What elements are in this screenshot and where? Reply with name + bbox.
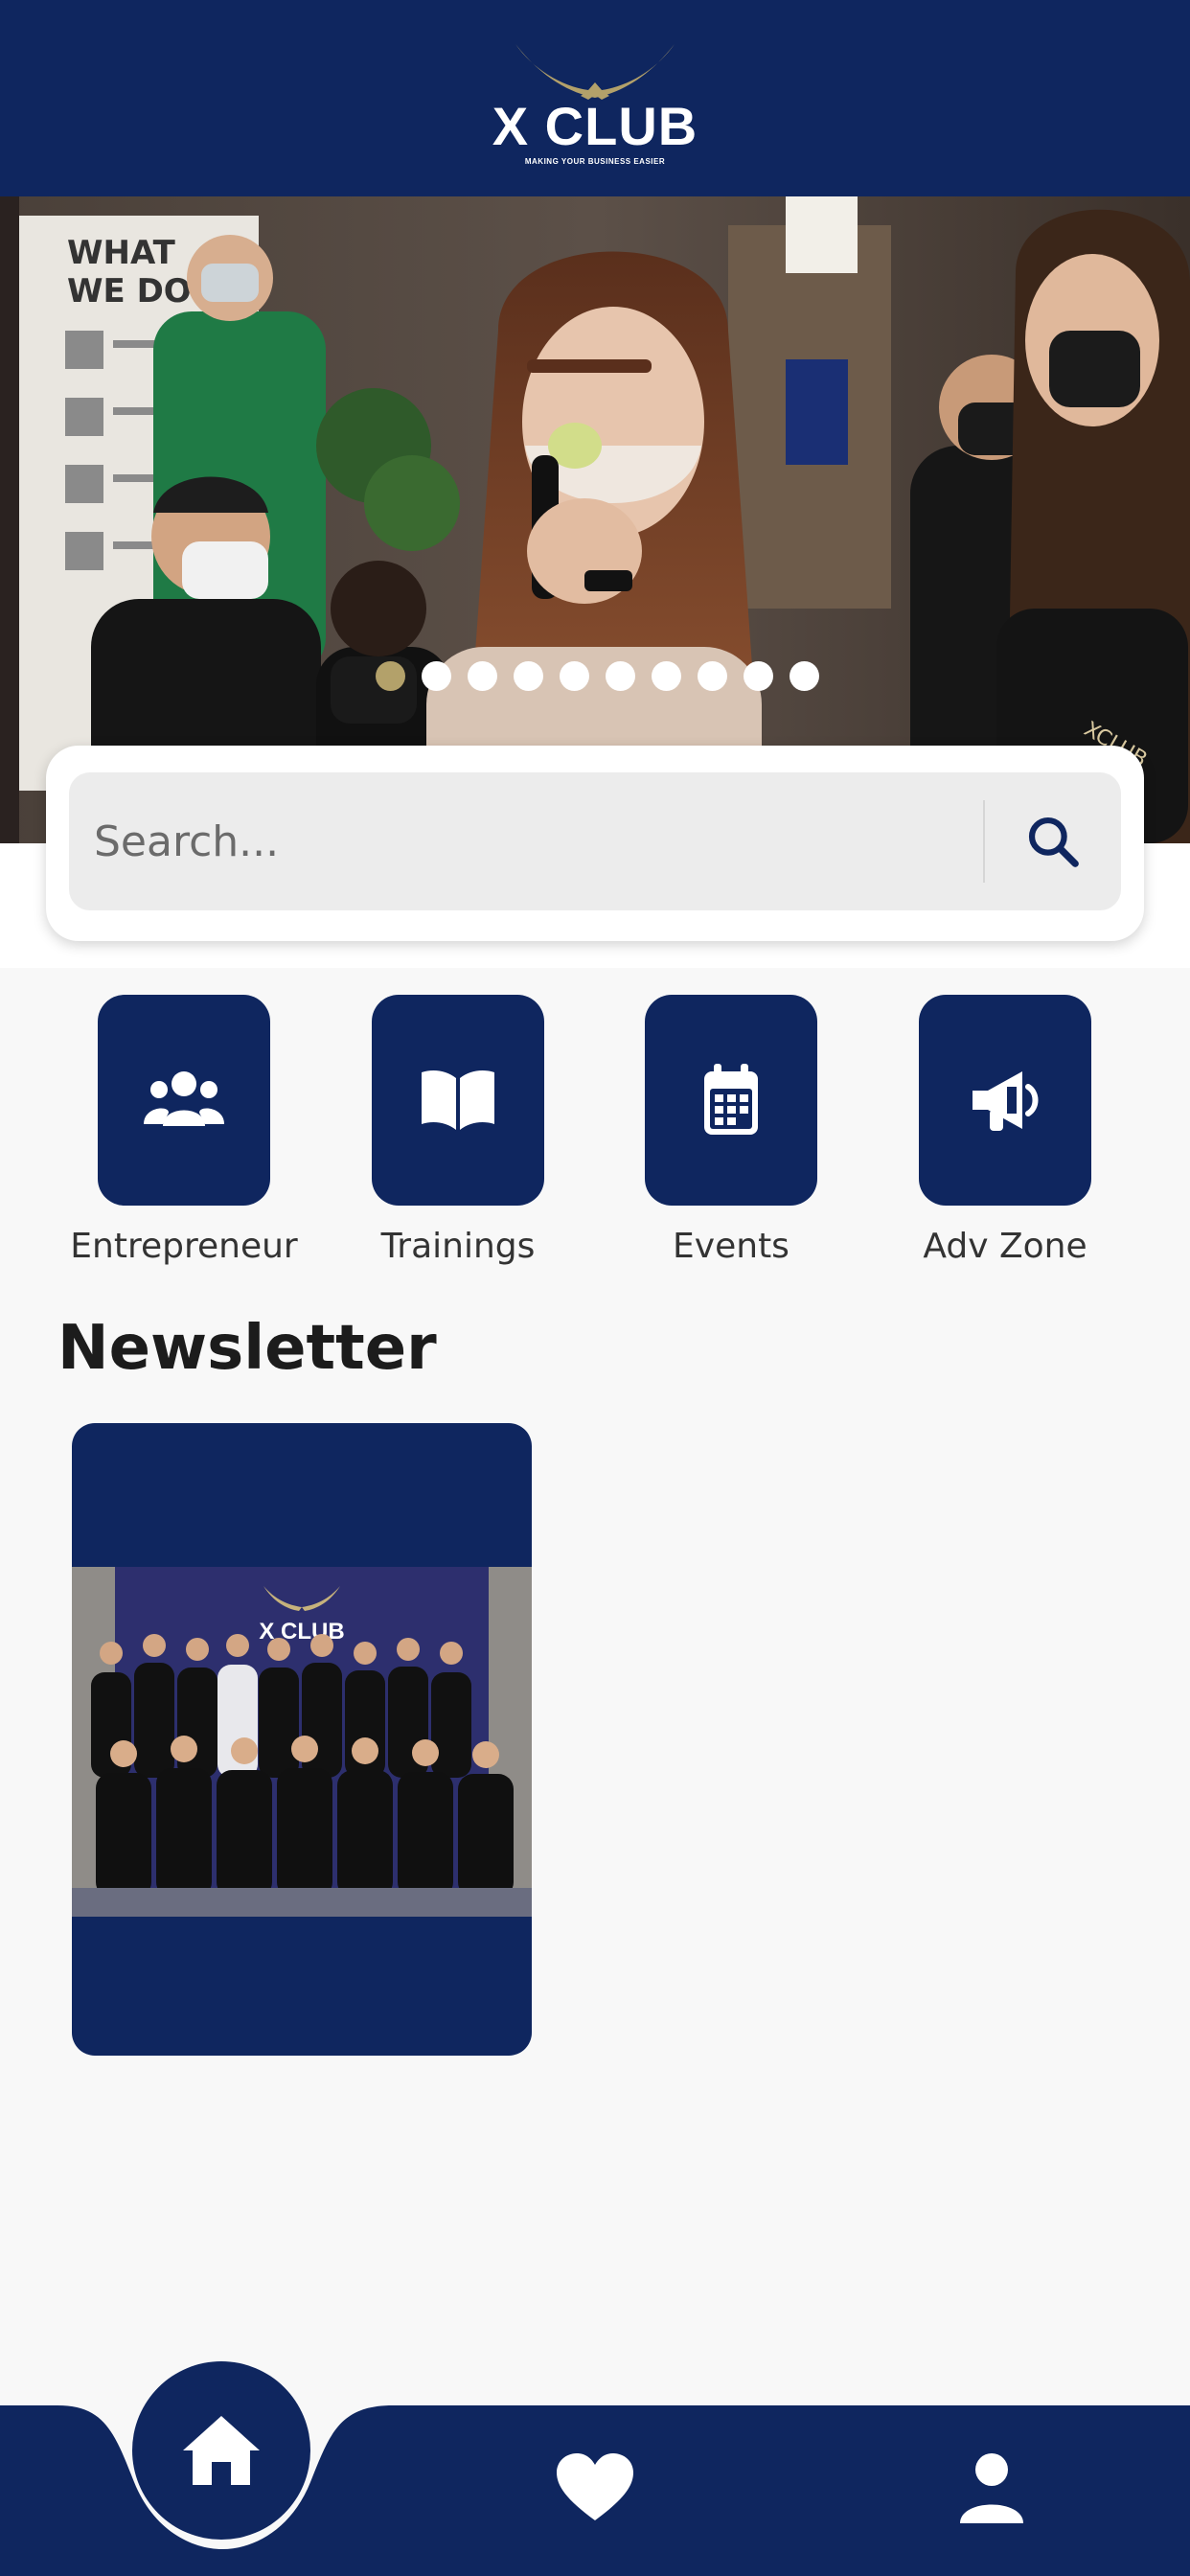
group-photo-image: X CLUB	[72, 1567, 532, 1917]
carousel-dot[interactable]	[422, 661, 451, 691]
newsletter-heading: Newsletter	[57, 1313, 437, 1384]
search-button[interactable]	[985, 772, 1121, 910]
category-label: Entrepreneur	[70, 1227, 298, 1266]
user-icon	[960, 2453, 1023, 2523]
carousel-dot[interactable]	[560, 661, 589, 691]
bottom-navigation	[0, 2361, 1190, 2576]
carousel-dot[interactable]	[652, 661, 681, 691]
search-input[interactable]	[69, 772, 983, 910]
carousel-dot[interactable]	[606, 661, 635, 691]
category-grid: Entrepreneur Trainings Events Adv Zone	[0, 995, 1190, 1273]
book-open-icon	[422, 1070, 494, 1130]
brand-tagline: MAKING YOUR BUSINESS EASIER	[524, 157, 666, 166]
category-trainings[interactable]: Trainings	[319, 995, 597, 1266]
category-tile[interactable]	[98, 995, 270, 1206]
newsletter-card[interactable]: X CLUB	[72, 1423, 532, 2056]
search-icon	[1028, 816, 1079, 867]
nav-home-button[interactable]	[132, 2361, 310, 2540]
carousel-dot[interactable]	[744, 661, 773, 691]
megaphone-icon	[973, 1071, 1039, 1131]
category-tile[interactable]	[372, 995, 544, 1206]
category-adv-zone[interactable]: Adv Zone	[866, 995, 1144, 1266]
brand-name: X CLUB	[492, 96, 698, 156]
carousel-indicators[interactable]	[0, 661, 1190, 691]
carousel-dot[interactable]	[514, 661, 543, 691]
users-icon	[144, 1071, 224, 1126]
search-bar	[69, 772, 1121, 910]
svg-text:WHAT: WHAT	[67, 234, 176, 272]
category-label: Adv Zone	[923, 1227, 1087, 1266]
category-tile[interactable]	[645, 995, 817, 1206]
category-label: Trainings	[380, 1227, 536, 1266]
nav-profile-button[interactable]	[925, 2421, 1059, 2555]
category-events[interactable]: Events	[592, 995, 870, 1266]
category-entrepreneur[interactable]: Entrepreneur	[45, 995, 323, 1266]
app-header: X CLUB MAKING YOUR BUSINESS EASIER	[0, 0, 1190, 196]
carousel-dot[interactable]	[790, 661, 819, 691]
carousel-dot[interactable]	[698, 661, 727, 691]
category-tile[interactable]	[919, 995, 1091, 1206]
calendar-icon	[704, 1064, 758, 1135]
newsletter-image: X CLUB	[72, 1567, 532, 1917]
home-icon	[183, 2416, 260, 2485]
carousel-dot[interactable]	[468, 661, 497, 691]
nav-favorites-button[interactable]	[528, 2421, 662, 2555]
svg-text:WE DO: WE DO	[67, 272, 192, 310]
carousel-dot[interactable]	[376, 661, 405, 691]
category-label: Events	[673, 1227, 790, 1266]
heart-icon	[557, 2453, 633, 2520]
search-card	[46, 746, 1144, 941]
